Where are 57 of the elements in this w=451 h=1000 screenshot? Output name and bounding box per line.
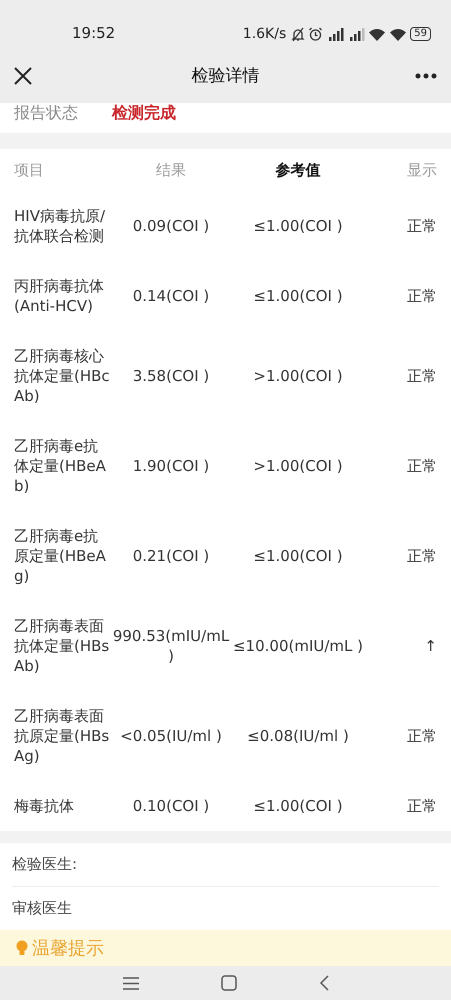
close-icon[interactable] [14, 66, 32, 84]
result-value: 0.09(COI ) [132, 216, 210, 236]
reference-value: ≤1.00(COI ) [252, 796, 344, 816]
test-item-name: 乙肝病毒表面抗原定量(HBsAg) [14, 706, 110, 766]
column-header[interactable]: 项目 [14, 160, 110, 180]
wifi-icon [389, 28, 408, 40]
result-value: 3.58(COI ) [132, 366, 210, 386]
test-item-name: 梅毒抗体 [14, 796, 75, 816]
report-status-label: 报告状态 [14, 103, 78, 124]
reference-value: ≤1.00(COI ) [252, 286, 344, 306]
network-speed: 1.6K/s [242, 26, 286, 42]
result-value: 0.10(COI ) [132, 796, 210, 816]
result-indicator: 正常 [406, 546, 437, 566]
status-time: 19:52 [72, 24, 116, 42]
signal-icon [347, 28, 366, 40]
test-item-name: 乙肝病毒表面抗体定量(HBsAb) [14, 616, 110, 676]
reference-value: >1.00(COI ) [252, 366, 344, 386]
test-item-name: HIV病毒抗原/抗体联合检测 [14, 206, 106, 246]
test-item-name: 乙肝病毒e抗体定量(HBeAb) [14, 436, 107, 496]
result-indicator: 正常 [406, 216, 437, 236]
page-title: 检验详情 [192, 65, 260, 87]
back-icon[interactable] [318, 975, 328, 991]
reference-value: ≤1.00(COI ) [252, 546, 344, 566]
result-value: 0.14(COI ) [132, 286, 210, 306]
result-value: 0.21(COI ) [132, 546, 210, 566]
tip-title: 温馨提示 [32, 937, 104, 960]
bell-off-icon [291, 26, 306, 42]
battery-level: 59 [410, 27, 431, 41]
column-header[interactable]: 结果 [110, 160, 232, 180]
alarm-icon [308, 26, 324, 42]
result-indicator: 正常 [406, 726, 437, 746]
column-header[interactable]: 显示 [364, 160, 437, 180]
result-indicator: 正常 [406, 366, 437, 386]
wifi-icon [368, 28, 386, 40]
result-value: 1.90(COI ) [132, 456, 210, 476]
reference-value: ≤10.00(mIU/mL ) [232, 636, 364, 656]
reference-value: ≤1.00(COI ) [252, 216, 344, 236]
more-icon[interactable] [415, 72, 437, 78]
report-status-value: 检测完成 [112, 103, 176, 124]
result-value: 990.53(mIU/mL ) [112, 626, 230, 666]
result-indicator: 正常 [406, 286, 437, 306]
lightbulb-icon [16, 940, 28, 956]
test-item-name: 丙肝病毒抗体(Anti-HCV) [14, 276, 105, 316]
doctor-label: 审核医生 [12, 899, 72, 918]
result-indicator: 正常 [406, 456, 437, 476]
result-indicator: 正常 [406, 796, 437, 816]
result-value: <0.05(IU/ml ) [119, 726, 223, 746]
signal-icon [326, 28, 344, 40]
result-indicator: ↑ [423, 637, 437, 655]
test-item-name: 乙肝病毒核心抗体定量(HBcAb) [14, 346, 110, 406]
column-header[interactable]: 参考值 [232, 160, 364, 180]
doctor-label: 检验医生: [12, 855, 78, 874]
test-item-name: 乙肝病毒e抗原定量(HBeAg) [14, 526, 107, 586]
reference-value: >1.00(COI ) [252, 456, 344, 476]
home-icon[interactable] [220, 975, 236, 991]
menu-icon[interactable] [122, 976, 138, 990]
reference-value: ≤0.08(IU/ml ) [246, 726, 350, 746]
